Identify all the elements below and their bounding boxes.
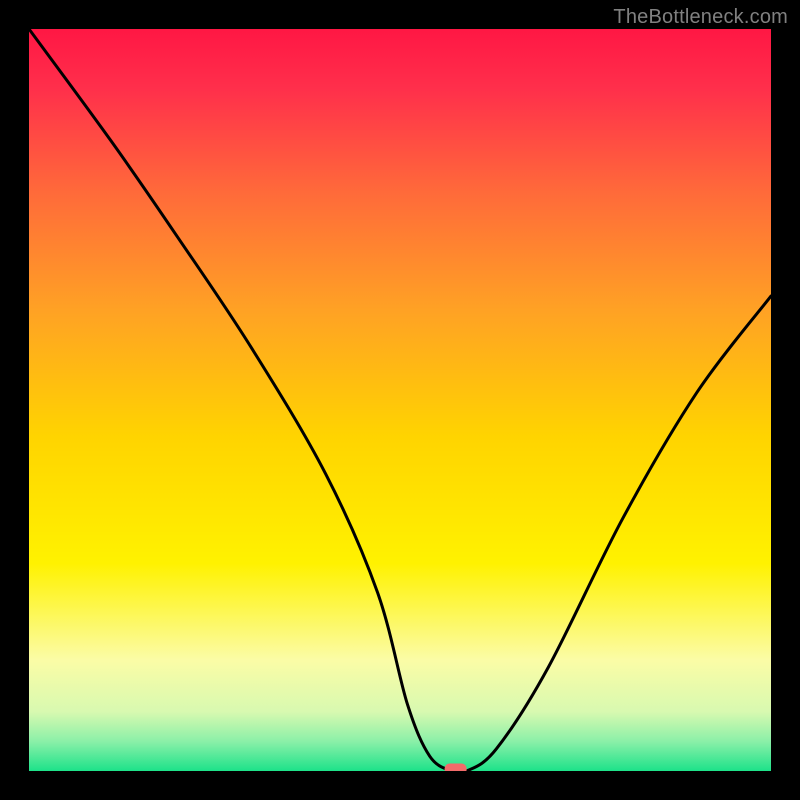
chart-frame: TheBottleneck.com bbox=[0, 0, 800, 800]
chart-svg bbox=[29, 29, 771, 771]
watermark-text: TheBottleneck.com bbox=[613, 6, 788, 29]
gradient-background bbox=[29, 29, 771, 771]
plot-panel bbox=[29, 29, 771, 771]
optimal-marker bbox=[445, 764, 467, 772]
